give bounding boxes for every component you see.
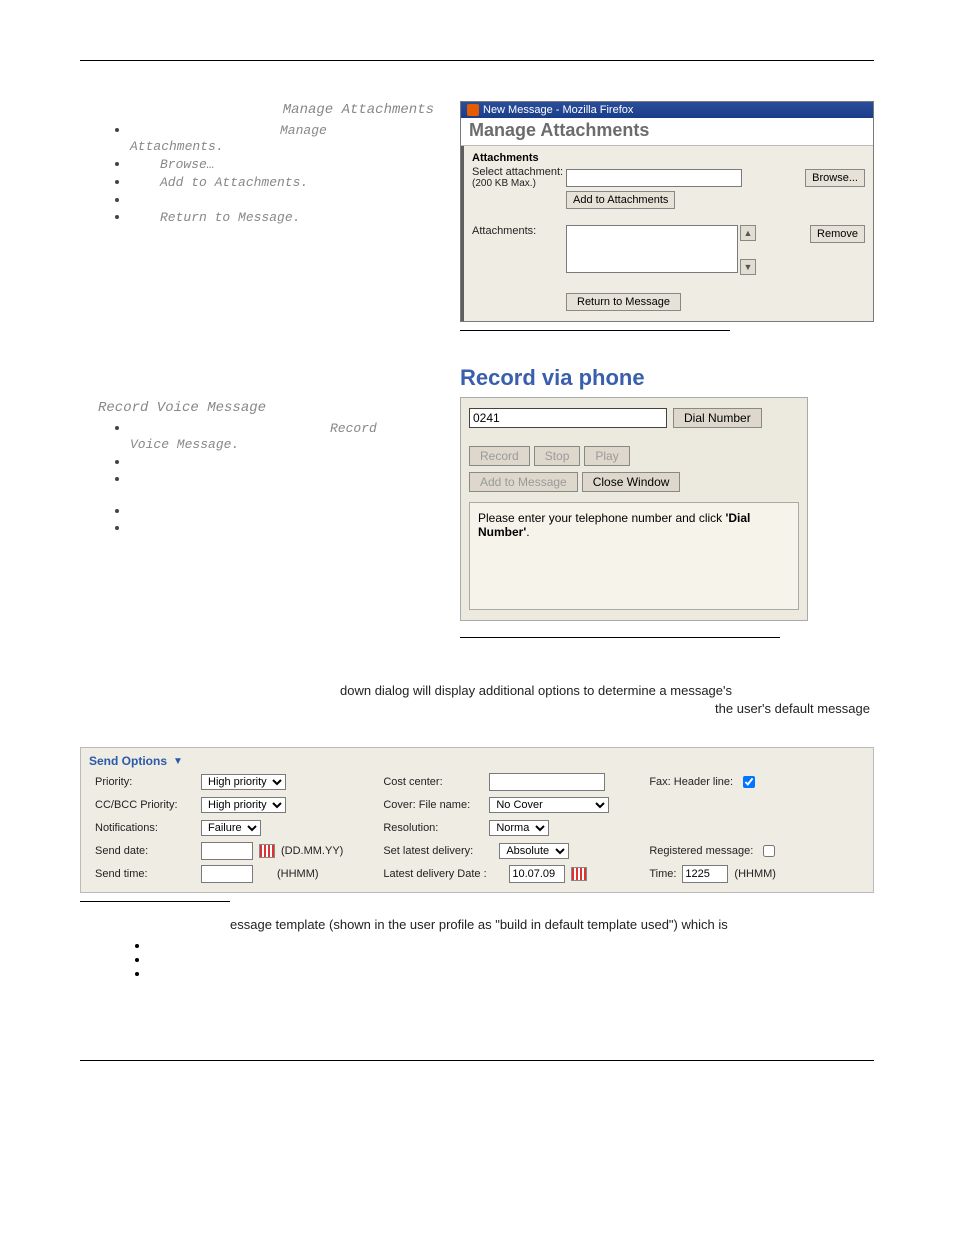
notifications-label: Notifications: — [95, 822, 195, 834]
window-titlebar: New Message - Mozilla Firefox — [461, 102, 873, 118]
chevron-down-icon: ▼ — [173, 756, 183, 767]
send-time-hint: (HHMM) — [277, 868, 319, 880]
step-browse: Browse… — [160, 157, 215, 172]
record-voice-link: Record Voice Message — [98, 400, 266, 416]
add-to-message-button[interactable]: Add to Message — [469, 472, 578, 492]
attachments-window: New Message - Mozilla Firefox Manage Att… — [460, 101, 874, 322]
attachments-list[interactable] — [566, 225, 738, 273]
step-manage-suffix: Attachments. — [130, 139, 224, 154]
body-para1b: the user's default message — [715, 701, 870, 716]
ccbcc-label: CC/BCC Priority: — [95, 799, 195, 811]
latest-delivery-date-input[interactable] — [509, 865, 565, 883]
priority-select[interactable]: High priority — [201, 774, 286, 790]
close-window-button[interactable]: Close Window — [582, 472, 681, 492]
firefox-icon — [467, 104, 479, 116]
calendar-icon-2[interactable] — [571, 867, 587, 881]
send-time-input[interactable] — [201, 865, 253, 883]
attachment-steps: Manage Attachments. Browse… Add to Attac… — [100, 122, 440, 225]
window-title-text: New Message - Mozilla Firefox — [483, 104, 633, 116]
add-to-attachments-button[interactable]: Add to Attachments — [566, 191, 675, 209]
send-time-label: Send time: — [95, 868, 195, 880]
select-attachment-label: Select attachment: — [472, 166, 566, 178]
remove-button[interactable]: Remove — [810, 225, 865, 243]
bottom-bullets — [120, 938, 874, 980]
dial-number-button[interactable]: Dial Number — [673, 408, 762, 428]
instruction-pre: Please enter your telephone number and c… — [478, 511, 725, 525]
cost-center-label: Cost center: — [383, 776, 483, 788]
instruction-post: . — [526, 525, 529, 539]
resolution-label: Resolution: — [383, 822, 483, 834]
cost-center-input[interactable] — [489, 773, 605, 791]
step-record-suffix: Voice Message. — [130, 437, 239, 452]
notifications-select[interactable]: Failure — [201, 820, 261, 836]
cover-file-select[interactable]: No Cover — [489, 797, 609, 813]
registered-msg-label: Registered message: — [649, 845, 753, 857]
max-size-label: (200 KB Max.) — [472, 178, 566, 189]
registered-msg-checkbox[interactable] — [763, 845, 775, 857]
latest-delivery-date-label: Latest delivery Date : — [383, 868, 503, 880]
stop-button[interactable]: Stop — [534, 446, 581, 466]
step-add: Add to Attachments. — [160, 175, 308, 190]
time-hint: (HHMM) — [734, 868, 776, 880]
time-input[interactable] — [682, 865, 728, 883]
attachments-section-label: Attachments — [472, 152, 865, 164]
fax-header-checkbox[interactable] — [743, 776, 755, 788]
step-record: Record — [330, 421, 377, 436]
instruction-message: Please enter your telephone number and c… — [469, 502, 799, 610]
window-heading: Manage Attachments — [461, 118, 873, 146]
play-button[interactable]: Play — [584, 446, 629, 466]
send-date-hint: (DD.MM.YY) — [281, 845, 343, 857]
record-panel: Dial Number Record Stop Play Add to Mess… — [460, 397, 808, 621]
step-manage: Manage — [280, 123, 327, 138]
latest-delivery-select[interactable]: Absolute — [499, 843, 569, 859]
phone-number-input[interactable] — [469, 408, 667, 428]
priority-label: Priority: — [95, 776, 195, 788]
latest-delivery-label: Set latest delivery: — [383, 845, 493, 857]
send-date-label: Send date: — [95, 845, 195, 857]
return-to-message-button[interactable]: Return to Message — [566, 293, 681, 311]
cover-file-label: Cover: File name: — [383, 799, 483, 811]
record-steps: Record Voice Message. — [100, 420, 440, 535]
scroll-up-icon[interactable]: ▲ — [740, 225, 756, 241]
send-options-title[interactable]: Send Options▼ — [87, 752, 867, 772]
browse-button[interactable]: Browse... — [805, 169, 865, 187]
body-para2: essage template (shown in the user profi… — [230, 917, 728, 932]
ccbcc-select[interactable]: High priority — [201, 797, 286, 813]
record-panel-heading: Record via phone — [460, 365, 874, 397]
manage-attachments-link: Manage Attachments — [283, 102, 434, 118]
fax-header-label: Fax: Header line: — [649, 776, 733, 788]
send-options-panel: Send Options▼ Priority: High priority CC… — [80, 747, 874, 893]
resolution-select[interactable]: Normal — [489, 820, 549, 836]
calendar-icon[interactable] — [259, 844, 275, 858]
send-date-input[interactable] — [201, 842, 253, 860]
body-para1: down dialog will display additional opti… — [340, 683, 732, 698]
scroll-down-icon[interactable]: ▼ — [740, 259, 756, 275]
time-label: Time: — [649, 868, 676, 880]
select-attachment-input[interactable] — [566, 169, 742, 187]
step-return: Return to Message. — [160, 210, 300, 225]
record-button[interactable]: Record — [469, 446, 530, 466]
attachments-list-label: Attachments: — [472, 225, 566, 237]
